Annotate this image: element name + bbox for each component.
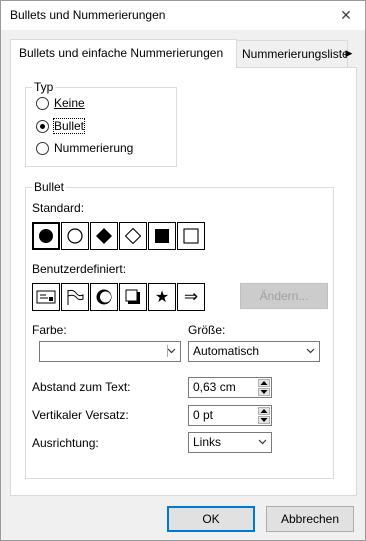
spin-buttons [258, 407, 270, 424]
bullet-filled-square-option[interactable] [148, 222, 176, 250]
groesse-dropdown[interactable]: Automatisch [188, 341, 320, 362]
spin-up-icon[interactable] [258, 407, 270, 415]
bullet-filled-circle-option[interactable] [32, 222, 60, 250]
filled-diamond-icon [96, 228, 112, 244]
bullet-group: Bullet Standard: Benutzerdefiniert: ★ ⇒ … [25, 180, 334, 479]
custom-bullet-arrow-option[interactable]: ⇒ [177, 283, 205, 311]
combo-divider [167, 345, 168, 357]
bullet-hollow-diamond-option[interactable] [119, 222, 147, 250]
hollow-circle-icon [67, 228, 83, 244]
versatz-value: 0 pt [193, 408, 214, 422]
tab-strip: Bullets und einfache Nummerierungen Numm… [10, 39, 356, 68]
chevron-down-icon [167, 348, 176, 354]
tab-scroll-right-icon[interactable]: ▶ [342, 41, 356, 65]
radio-circle-icon [36, 142, 49, 155]
spin-down-icon[interactable] [258, 416, 270, 424]
chevron-down-icon [258, 439, 267, 445]
versatz-spinner[interactable]: 0 pt [188, 405, 272, 426]
ausrichtung-dropdown[interactable]: Links [188, 432, 272, 453]
filled-square-icon [155, 229, 169, 243]
cancel-button[interactable]: Abbrechen [266, 506, 354, 532]
radio-bullet-label: Bullet [52, 118, 86, 134]
radio-selected-icon [36, 120, 49, 133]
card-icon [36, 290, 56, 304]
groesse-value: Automatisch [193, 344, 260, 358]
tab-nummerierungsliste[interactable]: Nummerierungsliste [235, 40, 348, 67]
custom-bullet-card-option[interactable] [32, 283, 60, 311]
bullet-legend: Bullet [32, 180, 67, 194]
tab-bullets-einfache[interactable]: Bullets und einfache Nummerierungen [10, 39, 237, 68]
custom-bullet-grid: ★ ⇒ [32, 283, 206, 311]
abstand-spinner[interactable]: 0,63 cm [188, 377, 272, 398]
bullet-hollow-circle-option[interactable] [61, 222, 89, 250]
versatz-label: Vertikaler Versatz: [32, 408, 129, 422]
hollow-diamond-icon [124, 227, 142, 245]
ok-button[interactable]: OK [167, 506, 255, 532]
radio-keine-label: Keine [54, 96, 85, 110]
close-icon[interactable]: ✕ [333, 4, 359, 26]
abstand-label: Abstand zum Text: [32, 380, 131, 394]
spin-up-icon[interactable] [258, 379, 270, 387]
custom-bullet-star-option[interactable]: ★ [148, 283, 176, 311]
chevron-down-icon [306, 348, 315, 354]
farbe-label: Farbe: [32, 323, 67, 337]
custom-bullet-flag-option[interactable] [61, 283, 89, 311]
custom-bullet-shadow-square-option[interactable] [119, 283, 147, 311]
flag-icon [67, 289, 84, 305]
bullet-filled-diamond-option[interactable] [90, 222, 118, 250]
dialog-window: Bullets und Nummerierungen ✕ Bullets und… [0, 0, 366, 541]
farbe-dropdown[interactable] [39, 341, 181, 362]
radio-circle-icon [36, 97, 49, 110]
custom-label: Benutzerdefiniert: [32, 262, 127, 276]
radio-nummerierung-label: Nummerierung [54, 141, 134, 155]
standard-label: Standard: [32, 201, 85, 215]
shadow-square-icon [125, 289, 140, 304]
change-button[interactable]: Ändern... [240, 283, 328, 309]
ausrichtung-value: Links [193, 435, 222, 449]
typ-legend: Typ [32, 80, 56, 94]
standard-bullet-grid [32, 222, 206, 250]
filled-circle-icon [39, 229, 53, 243]
ausrichtung-label: Ausrichtung: [32, 436, 99, 450]
window-title: Bullets und Nummerierungen [10, 8, 166, 22]
spin-down-icon[interactable] [258, 388, 270, 396]
spin-buttons [258, 379, 270, 396]
groesse-label: Größe: [188, 323, 226, 337]
title-bar: Bullets und Nummerierungen ✕ [1, 1, 365, 30]
tab-panel: Typ Keine Bullet Nummerierung Bullet Sta… [10, 67, 357, 496]
custom-bullet-crescent-option[interactable] [90, 283, 118, 311]
hollow-square-icon [183, 228, 199, 244]
bullet-hollow-square-option[interactable] [177, 222, 205, 250]
abstand-value: 0,63 cm [193, 380, 236, 394]
typ-group: Typ Keine Bullet Nummerierung [25, 80, 177, 167]
crescent-circle-icon [96, 289, 112, 305]
